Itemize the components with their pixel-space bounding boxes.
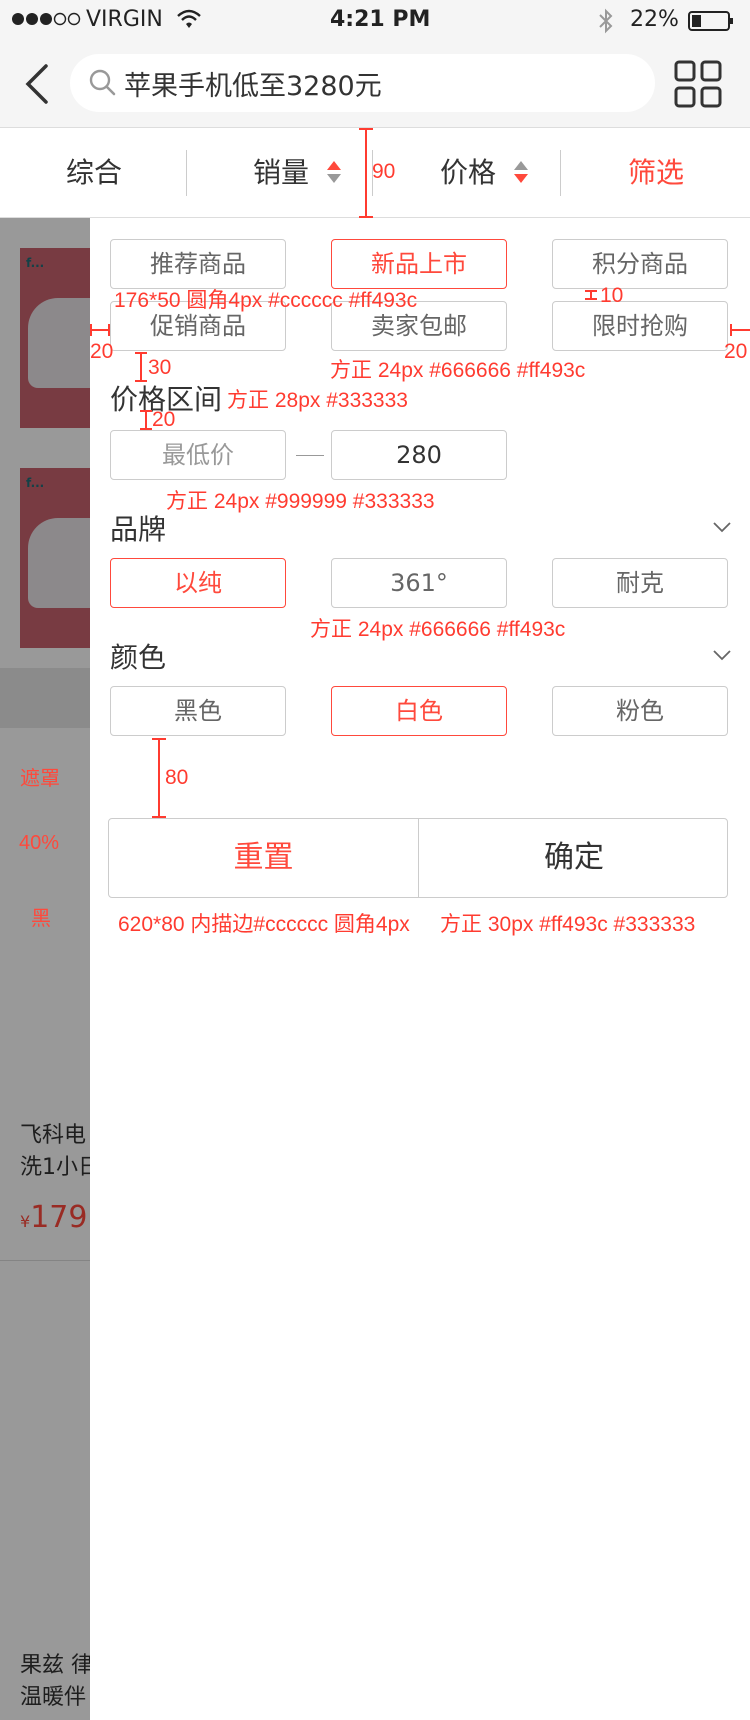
measure-line <box>359 216 373 218</box>
sort-arrows-icon <box>326 161 341 183</box>
brand-option-yichun[interactable]: 以纯 <box>110 558 286 608</box>
annotation-label: 80 <box>165 766 189 789</box>
chevron-left-icon <box>25 64 48 104</box>
grid-view-icon <box>674 60 722 108</box>
wifi-icon <box>176 8 202 38</box>
filter-actions: 重置 确定 <box>108 818 728 898</box>
measure-line <box>152 816 166 818</box>
measure-line <box>158 738 160 818</box>
filter-tag-recommended[interactable]: 推荐商品 <box>110 239 286 289</box>
measure-line <box>90 329 110 331</box>
bluetooth-icon <box>598 8 614 42</box>
clock-time: 4:21 PM <box>330 7 431 32</box>
search-icon <box>88 68 118 102</box>
annotation-label: 90 <box>372 160 396 183</box>
sort-divider <box>186 150 187 196</box>
sort-tab-sales[interactable]: 销量 <box>253 128 342 218</box>
mask-note: 40% <box>19 832 60 854</box>
search-box[interactable] <box>70 54 655 112</box>
annotation-label: 方正 24px #666666 #ff493c <box>330 359 586 382</box>
annotation-label: 方正 24px #666666 #ff493c <box>310 618 566 641</box>
annotation-label: 176*50 圆角4px #cccccc #ff493c <box>114 289 418 312</box>
sort-tab-price[interactable]: 价格 <box>440 128 529 218</box>
filter-tag-flash-sale[interactable]: 限时抢购 <box>552 301 728 351</box>
sort-tab-label: 价格 <box>440 156 497 189</box>
mask-note: 黑 <box>31 908 51 930</box>
reset-button[interactable]: 重置 <box>109 819 419 897</box>
measure-line <box>730 324 732 336</box>
annotation-label: 方正 28px #333333 <box>227 389 408 412</box>
sort-tab-label: 筛选 <box>628 156 685 189</box>
battery-percent: 22% <box>630 7 679 32</box>
search-header <box>0 40 750 128</box>
search-input[interactable] <box>124 54 644 112</box>
battery-icon <box>688 10 736 40</box>
mask-note: 遮罩 <box>20 768 60 790</box>
measure-line <box>140 352 142 382</box>
measure-line <box>365 128 367 218</box>
measure-line <box>585 290 597 292</box>
measure-line <box>135 352 147 354</box>
chevron-down-icon[interactable] <box>712 648 732 662</box>
color-option-black[interactable]: 黑色 <box>110 686 286 736</box>
annotation-label: 20 <box>152 408 176 431</box>
measure-line <box>90 324 92 336</box>
measure-line <box>140 410 152 412</box>
signal-dots-icon <box>10 5 90 41</box>
annotation-label: 20 <box>90 340 114 363</box>
measure-line <box>145 410 147 430</box>
brand-option-nike[interactable]: 耐克 <box>552 558 728 608</box>
color-option-pink[interactable]: 粉色 <box>552 686 728 736</box>
sort-tab-overall[interactable]: 综合 <box>66 128 122 218</box>
confirm-button[interactable]: 确定 <box>419 819 727 897</box>
measure-line <box>135 380 147 382</box>
measure-line <box>359 128 373 130</box>
annotation-label: 方正 24px #999999 #333333 <box>166 490 435 513</box>
color-option-white[interactable]: 白色 <box>331 686 507 736</box>
measure-line <box>730 329 750 331</box>
price-max-input[interactable] <box>331 430 507 480</box>
annotation-label: 30 <box>148 356 172 379</box>
status-bar: VIRGIN 4:21 PM 22% <box>0 0 750 40</box>
price-range-dash <box>296 455 324 456</box>
measure-line <box>108 324 110 336</box>
brand-title: 品牌 <box>110 513 167 546</box>
annotation-label: 10 <box>600 284 624 307</box>
annotation-label: 620*80 内描边#cccccc 圆角4px <box>118 913 410 936</box>
sort-tab-label: 综合 <box>66 156 123 189</box>
annotation-label: 方正 30px #ff493c #333333 <box>440 913 696 936</box>
sort-arrows-icon <box>513 161 528 183</box>
brand-option-361[interactable]: 361° <box>331 558 507 608</box>
overlay-mask[interactable]: 遮罩 40% 黑 <box>0 218 90 1720</box>
filter-panel: 推荐商品 新品上市 积分商品 促销商品 卖家包邮 限时抢购 价格区间 品牌 以纯… <box>90 218 750 1720</box>
sort-tab-label: 销量 <box>253 156 310 189</box>
chevron-down-icon[interactable] <box>712 520 732 534</box>
price-min-input[interactable] <box>110 430 286 480</box>
sort-divider <box>560 150 561 196</box>
measure-line <box>140 428 152 430</box>
carrier-label: VIRGIN <box>86 7 163 32</box>
measure-line <box>152 738 166 740</box>
back-button[interactable] <box>18 62 58 106</box>
annotation-label: 20 <box>724 340 748 363</box>
measure-line <box>585 298 597 300</box>
grid-view-button[interactable] <box>674 60 722 108</box>
filter-tag-new-arrivals[interactable]: 新品上市 <box>331 239 507 289</box>
sort-tab-filter[interactable]: 筛选 <box>628 128 684 218</box>
filter-tag-points[interactable]: 积分商品 <box>552 239 728 289</box>
color-title: 颜色 <box>110 641 167 674</box>
